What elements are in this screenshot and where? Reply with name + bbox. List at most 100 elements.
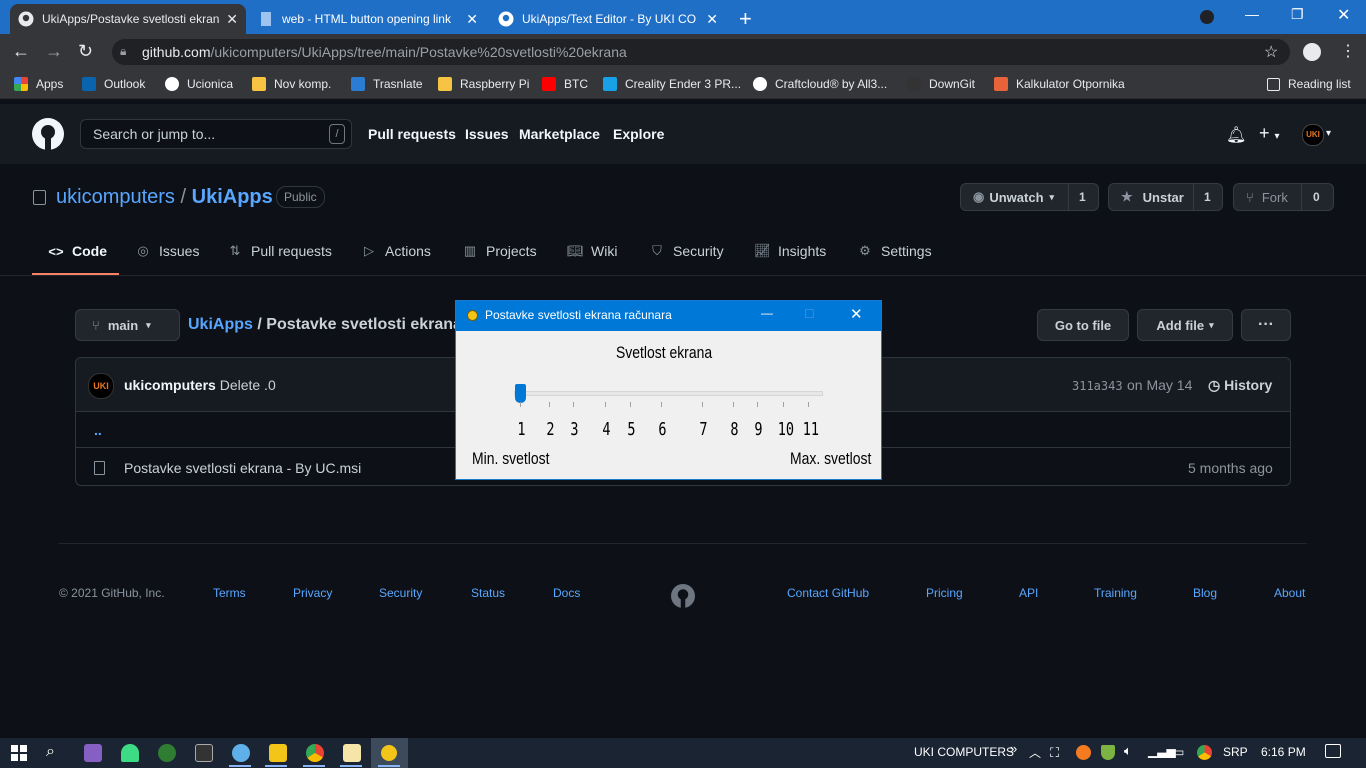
notepad-icon[interactable] — [343, 744, 361, 762]
tab-code[interactable]: <> Code — [48, 243, 107, 259]
maximize-window-icon[interactable]: ❐ — [1291, 6, 1304, 23]
bookmark-craftcloud[interactable]: Craftcloud® by All3... — [753, 70, 887, 98]
footer-about-link[interactable]: About — [1274, 586, 1305, 600]
breadcrumb-repo-link[interactable]: UkiApps — [188, 316, 253, 333]
parent-directory-link[interactable]: .. — [94, 422, 102, 438]
forward-icon[interactable]: → — [45, 41, 63, 62]
tab-pull-requests[interactable]: ⇅ Pull requests — [227, 243, 332, 259]
browser-tab[interactable]: web - HTML button opening link ✕ — [250, 4, 486, 34]
tab-issues[interactable]: ◎ Issues — [135, 243, 199, 259]
history-link[interactable]: ◷ History — [1208, 377, 1272, 394]
wifi-signal-icon[interactable]: ▁▃▅ — [1148, 744, 1176, 758]
bookmark-btc[interactable]: BTC — [542, 70, 588, 98]
footer-api-link[interactable]: API — [1019, 586, 1038, 600]
nav-pull-requests[interactable]: Pull requests — [368, 126, 456, 142]
onedrive-icon[interactable]: ⛶ — [1050, 745, 1059, 761]
more-options-button[interactable]: ··· — [1241, 309, 1291, 341]
input-language[interactable]: SRP — [1223, 745, 1248, 759]
footer-security-link[interactable]: Security — [379, 586, 422, 600]
dialog-minimize-button[interactable]: — — [761, 306, 773, 320]
url-text[interactable]: github.com/ukicomputers/UkiApps/tree/mai… — [142, 44, 627, 60]
star-count[interactable]: 1 — [1204, 190, 1211, 204]
bookmark-downgit[interactable]: DownGit — [907, 70, 975, 98]
close-tab-icon[interactable]: ✕ — [706, 11, 718, 28]
volume-icon[interactable]: 🔈︎ — [1124, 743, 1132, 759]
bookmark-ucionica[interactable]: Ucionica — [165, 70, 233, 98]
windows-start-icon[interactable] — [11, 745, 27, 761]
lock-icon[interactable]: 🔒︎ — [120, 44, 126, 59]
tab-projects[interactable]: ▥ Projects — [462, 243, 537, 259]
branch-select-button[interactable]: ⑂ main ▾ — [75, 309, 180, 341]
notifications-bell-icon[interactable]: 🔔︎ — [1226, 125, 1246, 145]
profile-icon[interactable] — [1303, 43, 1321, 61]
tab-search-icon[interactable] — [1200, 10, 1214, 24]
github-footer-logo-icon[interactable] — [671, 584, 695, 608]
chrome-icon[interactable] — [306, 744, 324, 762]
minimize-window-icon[interactable]: — — [1245, 6, 1259, 22]
footer-privacy-link[interactable]: Privacy — [293, 586, 332, 600]
chrome-tray-icon[interactable] — [1197, 745, 1212, 760]
toolbar-expand-icon[interactable]: » — [1010, 741, 1017, 756]
brightness-app-taskbar-icon[interactable] — [381, 745, 397, 761]
footer-status-link[interactable]: Status — [471, 586, 505, 600]
reading-list[interactable]: Reading list — [1267, 70, 1351, 98]
slider-track[interactable] — [514, 391, 823, 396]
notifications-icon[interactable] — [1325, 744, 1341, 758]
nav-issues[interactable]: Issues — [465, 126, 509, 142]
new-tab-button[interactable]: + — [739, 6, 752, 32]
close-tab-icon[interactable]: ✕ — [466, 11, 478, 28]
nav-marketplace[interactable]: Marketplace — [519, 126, 600, 142]
bookmark-folder[interactable]: Nov komp. — [252, 70, 331, 98]
go-to-file-button[interactable]: Go to file — [1037, 309, 1129, 341]
file-explorer-icon[interactable] — [269, 744, 287, 762]
create-new-plus-icon[interactable]: + ▾ — [1259, 123, 1280, 144]
clock[interactable]: 6:16 PM — [1261, 745, 1306, 759]
nav-explore[interactable]: Explore — [613, 126, 664, 142]
app-icon[interactable] — [158, 744, 176, 762]
avatar-dropdown-icon[interactable]: ▾ — [1326, 128, 1331, 139]
avast-icon[interactable] — [1076, 745, 1091, 760]
android-studio-icon[interactable] — [121, 744, 139, 762]
close-window-icon[interactable]: ✕ — [1337, 5, 1350, 25]
bookmark-translate[interactable]: Trasnlate — [351, 70, 423, 98]
close-tab-icon[interactable]: ✕ — [226, 11, 238, 28]
file-name-link[interactable]: Postavke svetlosti ekrana - By UC.msi — [124, 460, 361, 476]
footer-pricing-link[interactable]: Pricing — [926, 586, 963, 600]
watch-count[interactable]: 1 — [1079, 190, 1086, 204]
visual-studio-icon[interactable] — [84, 744, 102, 762]
tab-wiki[interactable]: 📖︎ Wiki — [567, 243, 617, 259]
search-icon[interactable]: ⌕ — [46, 743, 55, 761]
footer-terms-link[interactable]: Terms — [213, 586, 246, 600]
fork-count[interactable]: 0 — [1313, 190, 1320, 204]
browser-tab[interactable]: UkiApps/Text Editor - By UKI CO ✕ — [490, 4, 726, 34]
bookmark-star-icon[interactable]: ☆ — [1264, 42, 1278, 62]
defender-shield-icon[interactable] — [1101, 745, 1115, 760]
battery-icon[interactable]: ▭ — [1173, 745, 1184, 759]
tab-insights[interactable]: 📈︎ Insights — [754, 243, 826, 259]
footer-blog-link[interactable]: Blog — [1193, 586, 1217, 600]
repo-owner-link[interactable]: ukicomputers — [56, 186, 175, 208]
bookmark-folder[interactable]: Raspberry Pi — [438, 70, 529, 98]
bookmark-apps[interactable]: Apps — [14, 70, 63, 98]
terminal-icon[interactable] — [195, 744, 213, 762]
github-logo-icon[interactable] — [32, 118, 64, 150]
slider-thumb[interactable] — [515, 384, 526, 403]
browser-tab-active[interactable]: UkiApps/Postavke svetlosti ekrana ✕ — [10, 4, 246, 34]
bookmark-kalkulator[interactable]: Kalkulator Otpornika — [994, 70, 1125, 98]
footer-training-link[interactable]: Training — [1094, 586, 1137, 600]
tab-security[interactable]: ⛉ Security — [649, 243, 723, 259]
menu-kebab-icon[interactable]: ⋮ — [1340, 41, 1356, 61]
footer-docs-link[interactable]: Docs — [553, 586, 580, 600]
repo-name-link[interactable]: UkiApps — [192, 186, 273, 208]
taskbar-user-label[interactable]: UKI COMPUTERS — [914, 745, 1014, 759]
tab-settings[interactable]: ⚙ Settings — [857, 243, 931, 259]
search-input[interactable]: Search or jump to... / — [80, 119, 352, 149]
back-icon[interactable]: ← — [12, 41, 30, 62]
commit-author-link[interactable]: ukicomputers — [124, 377, 216, 393]
tab-actions[interactable]: ▷ Actions — [361, 243, 431, 259]
add-file-button[interactable]: Add file ▾ — [1137, 309, 1233, 341]
bookmark-outlook[interactable]: Outlook — [82, 70, 145, 98]
reload-icon[interactable]: ↻ — [78, 41, 93, 62]
footer-contact-link[interactable]: Contact GitHub — [787, 586, 869, 600]
commit-hash-link[interactable]: 311a343 — [1072, 379, 1123, 393]
